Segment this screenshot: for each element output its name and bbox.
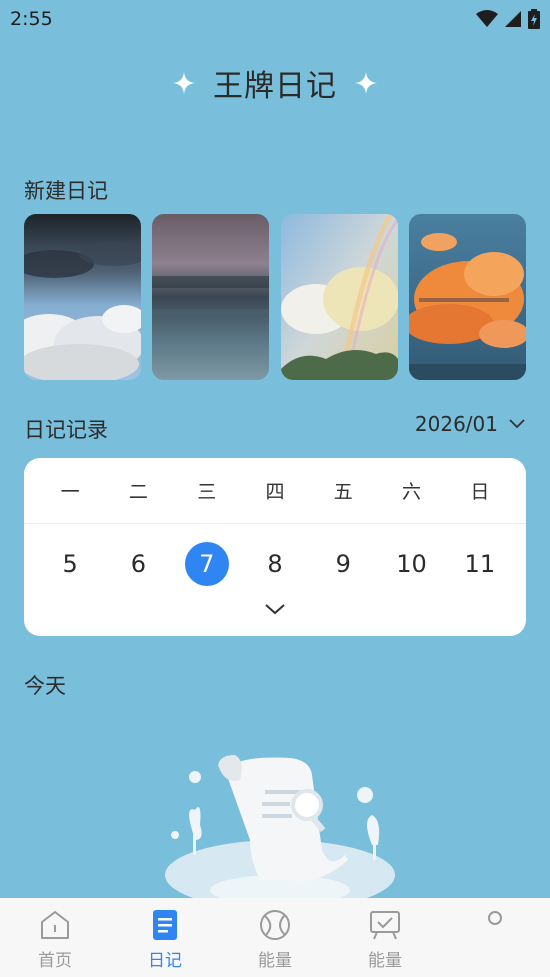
wifi-icon (476, 10, 498, 27)
rainbow-card[interactable] (280, 214, 398, 380)
date-cell-selected[interactable]: 7 (184, 542, 229, 586)
new-diary-label: 新建日记 (24, 179, 108, 203)
weekday-label: 三 (197, 481, 217, 503)
expand-calendar-icon[interactable] (263, 600, 287, 618)
app-title: 王牌日记 (213, 69, 337, 104)
board-check-icon (370, 911, 400, 940)
chevron-down-icon (509, 419, 525, 429)
nav-energy-board[interactable]: 能量 (330, 898, 440, 977)
status-bar: 2:55 (0, 0, 550, 38)
weekday-label: 五 (333, 481, 353, 503)
nav-energy[interactable]: 能量 (220, 898, 330, 977)
weekday-label: 二 (128, 481, 148, 503)
weekday-label: 日 (470, 481, 490, 503)
date-cell[interactable]: 5 (48, 542, 92, 586)
title-row: 王牌日记 (0, 58, 550, 108)
month-selector[interactable]: 2026/01 (415, 412, 526, 436)
nav-diary[interactable]: 日记 (110, 898, 220, 977)
nav-home[interactable]: 首页 (0, 898, 110, 977)
sparkle-icon (173, 72, 195, 94)
diary-template-list (24, 214, 526, 380)
status-time: 2:55 (10, 8, 53, 30)
weekday-label: 六 (402, 481, 422, 503)
nav-label: 日记 (148, 951, 182, 971)
sea-card[interactable] (152, 214, 270, 380)
date-cell[interactable]: 11 (458, 542, 502, 586)
nav-label: 首页 (38, 951, 72, 971)
nav-label: 能量 (368, 951, 402, 971)
date-cell[interactable]: 10 (390, 542, 434, 586)
week-calendar: 一 二 三 四 五 六 日 5 6 7 8 9 10 11 (24, 458, 526, 636)
date-cell[interactable]: 8 (253, 542, 297, 586)
date-cell[interactable]: 6 (116, 542, 160, 586)
weekday-label: 一 (60, 481, 80, 503)
sunset-cloud-card[interactable] (408, 214, 526, 380)
circle-icon (488, 911, 502, 925)
nav-label: 能量 (258, 951, 292, 971)
storm-cloud-card[interactable] (24, 214, 141, 380)
nav-more[interactable] (440, 898, 550, 977)
bottom-nav: 首页 日记 能量 能量 (0, 898, 550, 977)
weekday-header: 一 二 三 四 五 六 日 (24, 458, 526, 524)
home-icon (41, 911, 69, 939)
date-row: 5 6 7 8 9 10 11 (24, 541, 526, 587)
status-icons (476, 8, 540, 30)
empty-state-illustration (165, 755, 395, 905)
weekday-label: 四 (265, 481, 285, 503)
battery-icon (528, 9, 540, 29)
diary-icon (153, 910, 177, 940)
signal-icon (505, 11, 521, 27)
month-value: 2026/01 (414, 412, 498, 436)
ball-icon (260, 910, 290, 940)
date-cell[interactable]: 9 (321, 542, 365, 586)
records-label: 日记记录 (24, 418, 108, 442)
today-label: 今天 (24, 674, 66, 698)
sparkle-icon (355, 72, 377, 94)
